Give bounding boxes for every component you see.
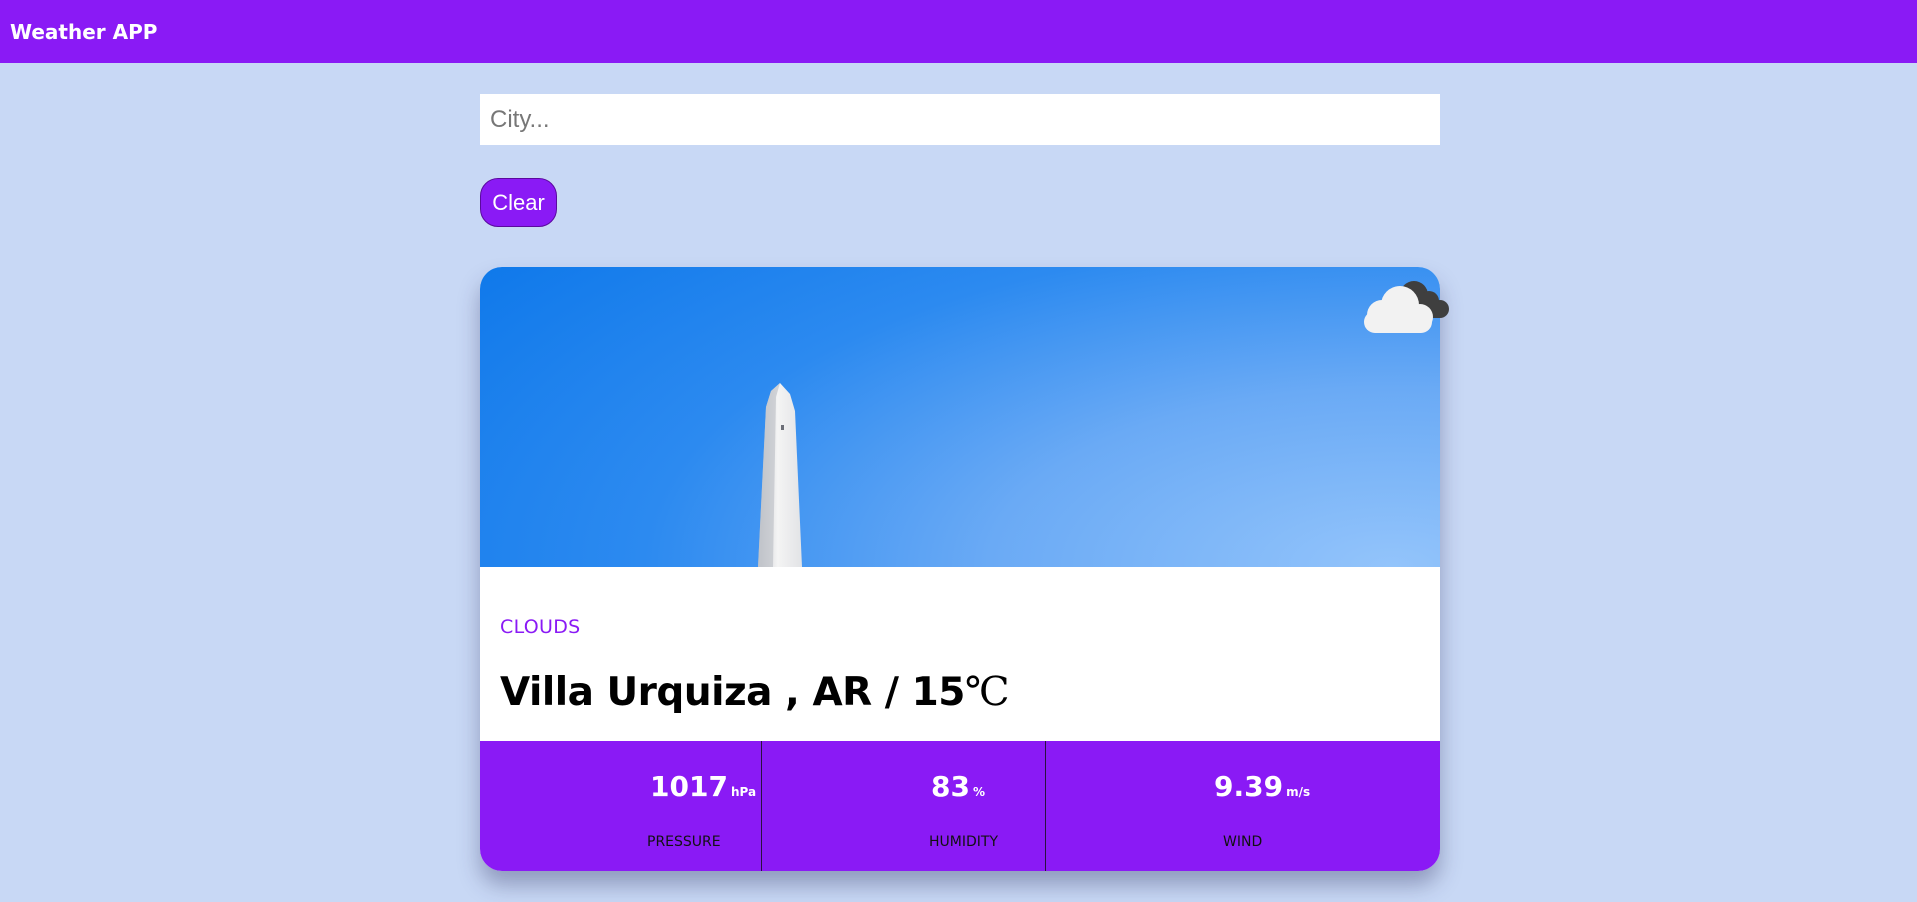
pressure-label: PRESSURE — [647, 834, 721, 850]
stat-wind: 9.39 m/s WIND — [1046, 741, 1440, 871]
stats-bar: 1017 hPa PRESSURE 83% HUMIDITY 9.39 m/s WI… — [480, 741, 1440, 871]
temperature-unit: ℃ — [964, 669, 1010, 715]
humidity-value: 83 — [931, 770, 970, 803]
stat-humidity: 83% HUMIDITY — [762, 741, 1044, 871]
humidity-unit: % — [972, 785, 985, 799]
city-search-input[interactable] — [480, 94, 1440, 145]
weather-condition: CLOUDS — [500, 616, 581, 638]
location-heading: Villa Urquiza , AR / 15℃ — [500, 669, 1010, 715]
pressure-value: 1017 — [650, 770, 728, 803]
country-code: AR — [812, 670, 872, 715]
clear-button[interactable]: Clear — [480, 178, 557, 227]
city-name: Villa Urquiza — [500, 670, 772, 715]
wind-unit: m/s — [1286, 785, 1311, 799]
city-photo — [480, 267, 1440, 567]
stat-pressure: 1017 hPa PRESSURE — [480, 741, 761, 871]
pressure-unit: hPa — [730, 785, 757, 799]
weather-card: CLOUDS Villa Urquiza , AR / 15℃ 1017 hPa … — [480, 267, 1449, 871]
temperature-value: 15 — [911, 670, 966, 715]
navbar: Weather APP — [0, 0, 1917, 63]
humidity-label: HUMIDITY — [929, 834, 998, 850]
app-title: Weather APP — [10, 19, 158, 44]
wind-value: 9.39 — [1214, 770, 1284, 803]
wind-label: WIND — [1223, 834, 1263, 850]
obelisk-image — [758, 383, 802, 567]
cloud-icon — [1364, 281, 1449, 333]
